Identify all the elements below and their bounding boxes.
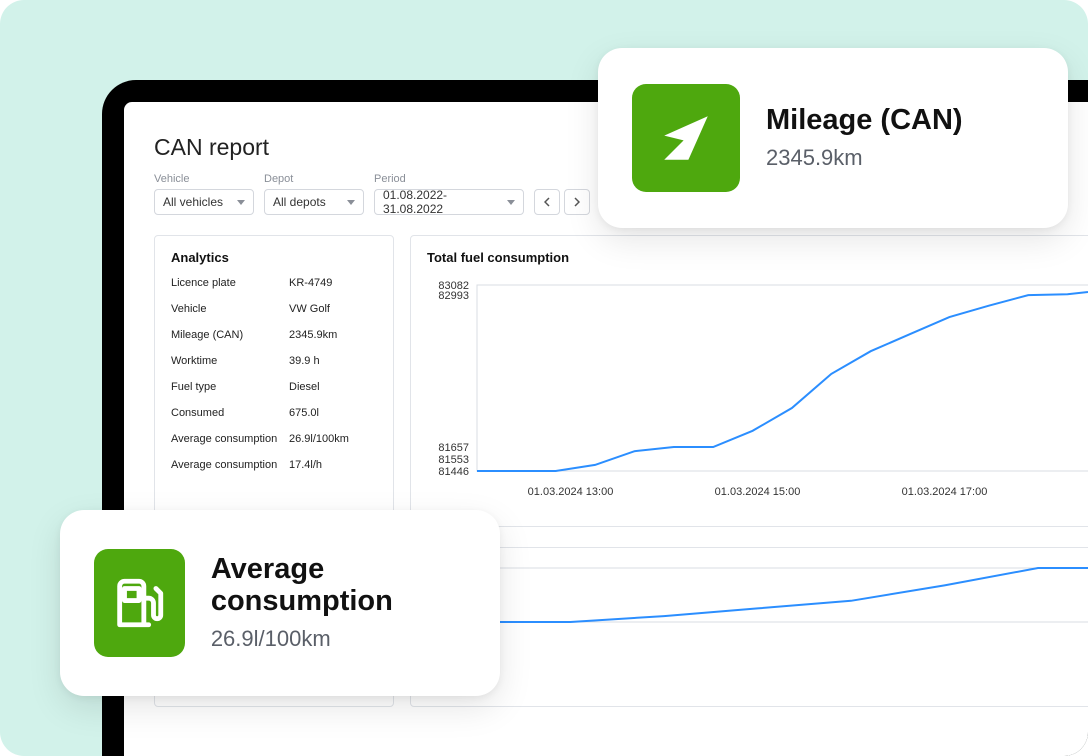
fuel-pump-icon — [94, 549, 185, 657]
chart-body: 240823241527 — [427, 562, 1088, 656]
analytics-label: Average consumption — [171, 459, 289, 471]
prev-button[interactable] — [534, 189, 560, 215]
card-average-consumption: Average consumption 26.9l/100km — [60, 510, 500, 696]
period-select-value: 01.08.2022-31.08.2022 — [383, 188, 499, 216]
analytics-rows: Licence plateKR-4749 VehicleVW Golf Mile… — [171, 277, 377, 471]
svg-text:81553: 81553 — [438, 454, 469, 466]
filter-label-depot: Depot — [264, 173, 364, 185]
analytics-value: 17.4l/h — [289, 459, 322, 471]
chart-total-fuel: Total fuel consumption 81446815538165782… — [410, 235, 1088, 527]
svg-text:01.03.2024 17:00: 01.03.2024 17:00 — [902, 486, 988, 498]
depot-select-value: All depots — [273, 195, 326, 209]
chevron-down-icon — [347, 200, 355, 205]
analytics-row: Consumed675.0l — [171, 407, 377, 419]
charts-column: Total fuel consumption 81446815538165782… — [410, 235, 1088, 707]
analytics-value: 39.9 h — [289, 355, 320, 367]
card-value: 2345.9km — [766, 145, 963, 171]
period-select[interactable]: 01.08.2022-31.08.2022 — [374, 189, 524, 215]
analytics-value: VW Golf — [289, 303, 330, 315]
analytics-row: Average consumption26.9l/100km — [171, 433, 377, 445]
vehicle-select[interactable]: All vehicles — [154, 189, 254, 215]
analytics-value: 675.0l — [289, 407, 319, 419]
card-text: Average consumption 26.9l/100km — [211, 554, 466, 652]
analytics-row: VehicleVW Golf — [171, 303, 377, 315]
chevron-down-icon — [507, 200, 515, 205]
chevron-down-icon — [237, 200, 245, 205]
analytics-row: Worktime39.9 h — [171, 355, 377, 367]
analytics-value: KR-4749 — [289, 277, 332, 289]
analytics-row: Licence plateKR-4749 — [171, 277, 377, 289]
analytics-label: Vehicle — [171, 303, 289, 315]
svg-text:81446: 81446 — [438, 466, 469, 478]
chart-body: 814468155381657829938308201.03.2024 13:0… — [427, 279, 1088, 505]
analytics-title: Analytics — [171, 250, 377, 265]
chart-title: Total fuel consumption — [427, 250, 1088, 265]
next-button[interactable] — [564, 189, 590, 215]
filter-depot: Depot All depots — [264, 173, 364, 215]
analytics-row: Average consumption17.4l/h — [171, 459, 377, 471]
card-mileage: Mileage (CAN) 2345.9km — [598, 48, 1068, 228]
analytics-label: Licence plate — [171, 277, 289, 289]
analytics-value: 2345.9km — [289, 329, 337, 341]
chevron-right-icon — [574, 197, 580, 207]
stage: CAN report Vehicle All vehicles Depot Al… — [0, 0, 1088, 756]
analytics-label: Worktime — [171, 355, 289, 367]
card-value: 26.9l/100km — [211, 626, 466, 652]
svg-text:01.03.2024 15:00: 01.03.2024 15:00 — [715, 486, 801, 498]
card-text: Mileage (CAN) 2345.9km — [766, 105, 963, 171]
analytics-label: Consumed — [171, 407, 289, 419]
filter-period: Period 01.08.2022-31.08.2022 — [374, 173, 524, 215]
analytics-value: Diesel — [289, 381, 320, 393]
svg-text:01.03.2024 13:00: 01.03.2024 13:00 — [528, 486, 614, 498]
card-title: Mileage (CAN) — [766, 105, 963, 137]
svg-text:81657: 81657 — [438, 442, 469, 454]
analytics-row: Mileage (CAN)2345.9km — [171, 329, 377, 341]
card-title: Average consumption — [211, 554, 466, 618]
analytics-label: Fuel type — [171, 381, 289, 393]
depot-select[interactable]: All depots — [264, 189, 364, 215]
filter-label-period: Period — [374, 173, 524, 185]
chart-secondary: 240823241527 — [410, 547, 1088, 707]
svg-text:83082: 83082 — [438, 280, 469, 292]
analytics-value: 26.9l/100km — [289, 433, 349, 445]
navigate-icon — [632, 84, 740, 192]
analytics-label: Mileage (CAN) — [171, 329, 289, 341]
analytics-label: Average consumption — [171, 433, 289, 445]
chevron-left-icon — [544, 197, 550, 207]
filter-vehicle: Vehicle All vehicles — [154, 173, 254, 215]
vehicle-select-value: All vehicles — [163, 195, 223, 209]
filter-label-vehicle: Vehicle — [154, 173, 254, 185]
analytics-row: Fuel typeDiesel — [171, 381, 377, 393]
